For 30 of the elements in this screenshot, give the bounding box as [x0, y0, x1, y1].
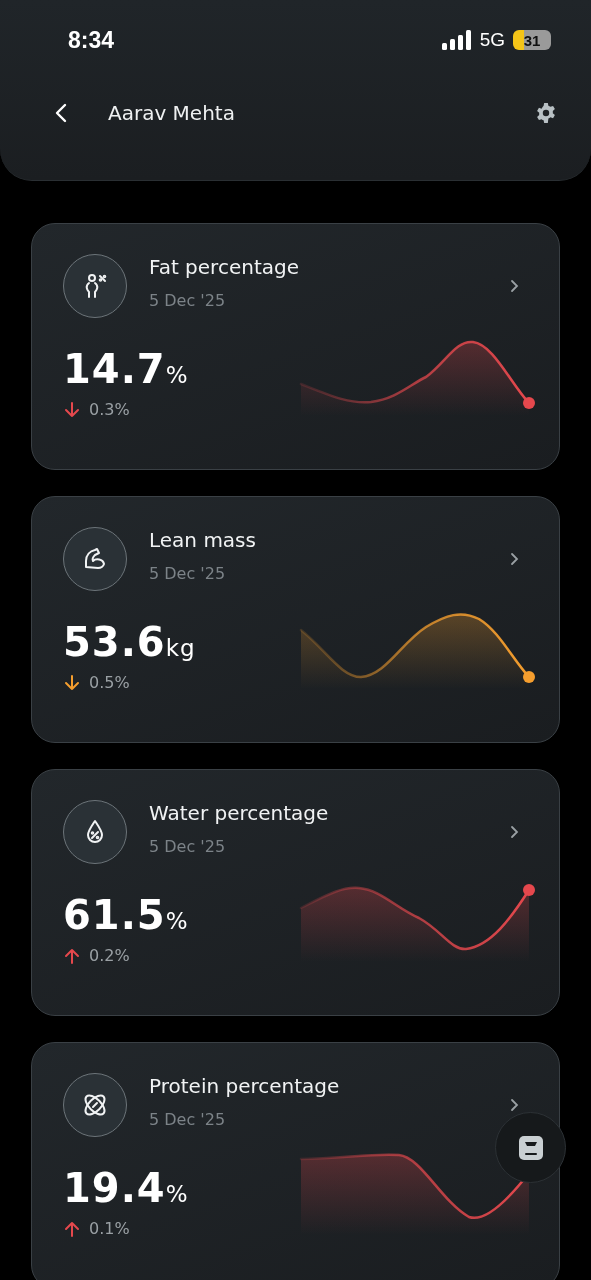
metric-title: Water percentage: [149, 800, 330, 825]
chevron-right-icon: [510, 279, 519, 293]
metric-change: 0.2%: [89, 946, 130, 965]
metric-change: 0.1%: [89, 1219, 130, 1238]
back-icon: [54, 102, 68, 124]
signal-icon: [441, 30, 472, 50]
metric-value: 19.4%: [63, 1165, 190, 1211]
battery-indicator: 31: [513, 30, 551, 50]
metric-change: 0.3%: [89, 400, 130, 419]
weighing-scale-icon: [517, 1134, 544, 1161]
settings-button[interactable]: [535, 102, 557, 124]
chevron-right-icon: [510, 825, 519, 839]
settings-icon: [535, 102, 557, 124]
metric-title: Fat percentage: [149, 254, 300, 279]
metric-card[interactable]: Protein percentage 5 Dec '25 19.4% 0.1%: [31, 1042, 560, 1280]
metric-change: 0.5%: [89, 673, 130, 692]
chevron-right-icon: [510, 552, 519, 566]
metric-date: 5 Dec '25: [149, 290, 227, 310]
metric-value: 61.5%: [63, 892, 190, 938]
metric-date: 5 Dec '25: [149, 563, 227, 583]
metric-date: 5 Dec '25: [149, 1109, 227, 1129]
page-title: Aarav Mehta: [108, 101, 236, 125]
metric-date: 5 Dec '25: [149, 836, 227, 856]
metric-value: 53.6kg: [63, 619, 197, 665]
chevron-right-icon: [510, 1098, 519, 1112]
metric-title: Protein percentage: [149, 1073, 341, 1098]
network-label: 5G: [479, 29, 505, 51]
metric-value: 14.7%: [63, 346, 190, 392]
status-time: 8:34: [68, 26, 116, 54]
metric-title: Lean mass: [149, 527, 257, 552]
